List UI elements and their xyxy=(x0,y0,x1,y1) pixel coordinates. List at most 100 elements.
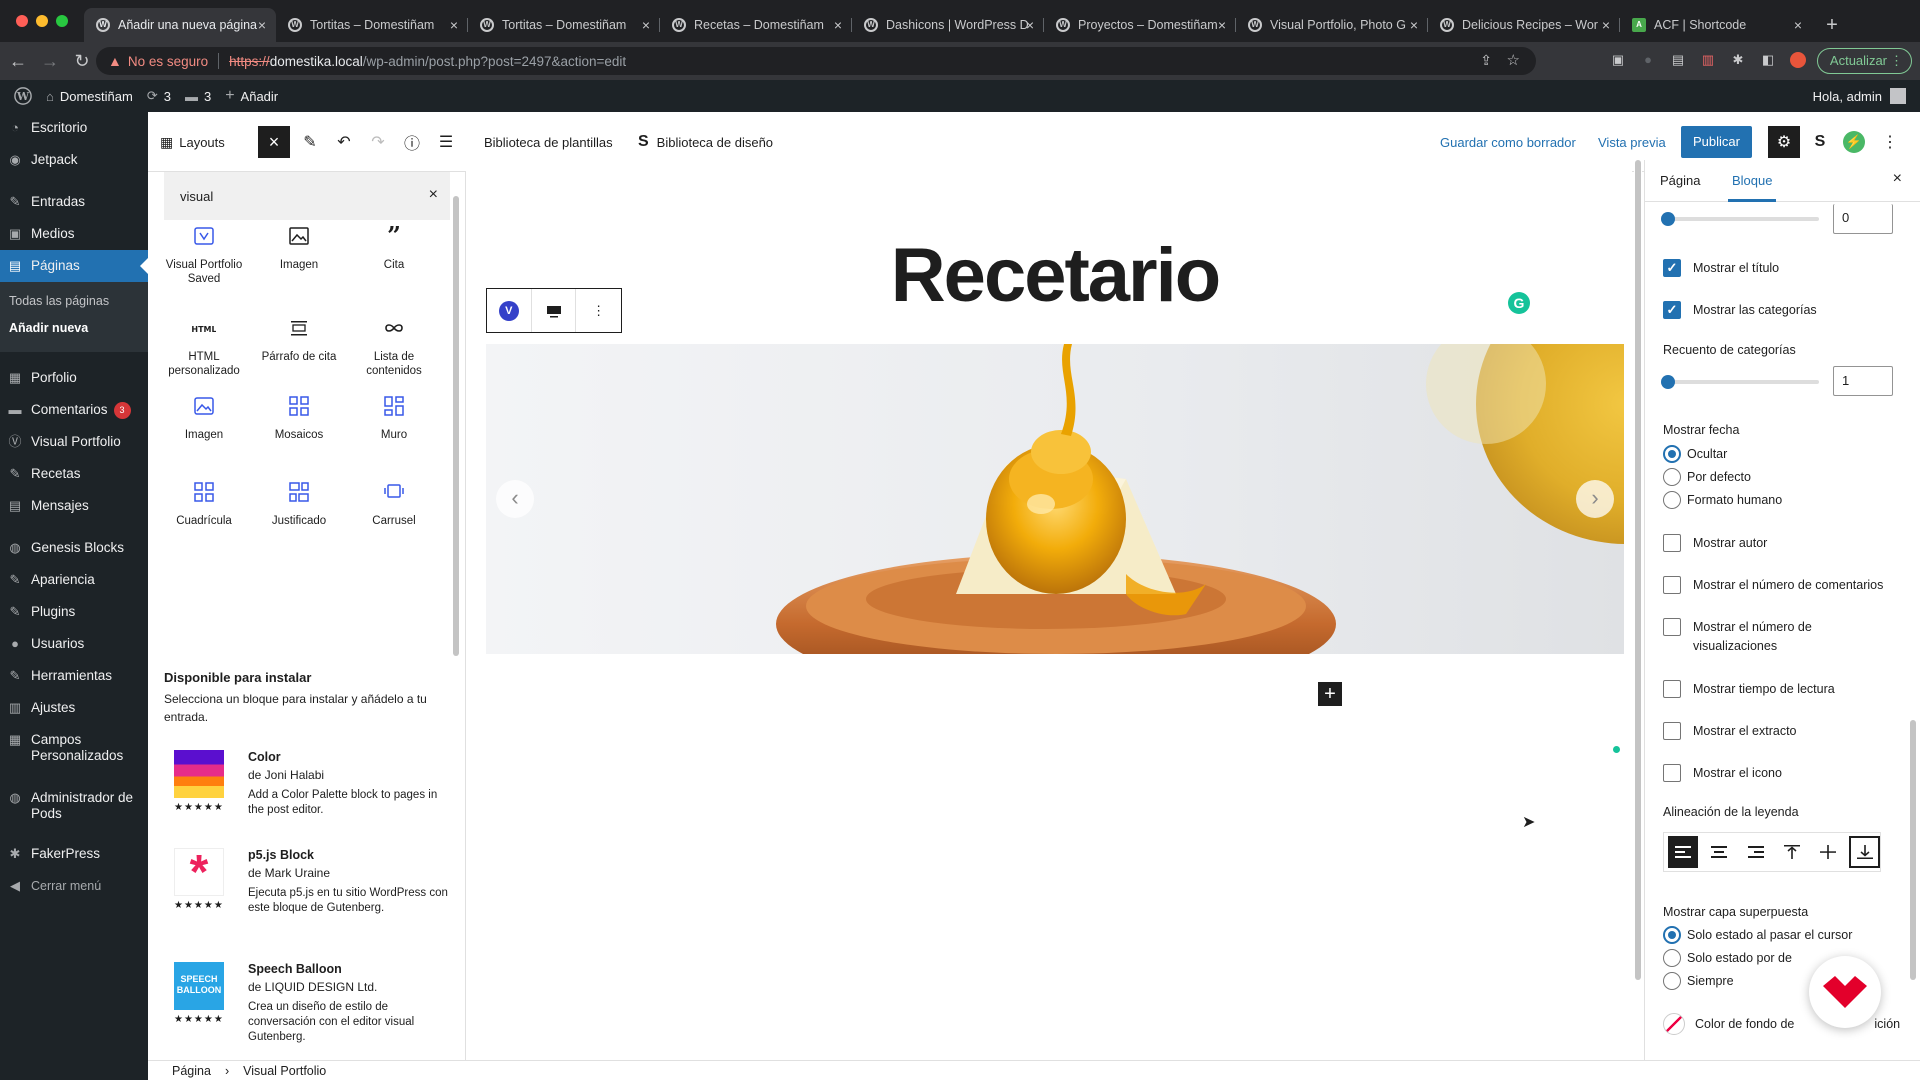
range-slider[interactable] xyxy=(1661,212,1819,226)
close-tab-icon[interactable]: × xyxy=(1410,17,1418,33)
sidebar-item-messages[interactable]: ▤ Mensajes xyxy=(0,490,148,522)
visual-portfolio-block-icon[interactable]: V xyxy=(487,289,532,332)
show-title-checkbox[interactable]: ✓ Mostrar el título xyxy=(1663,259,1779,277)
minimize-window-button[interactable] xyxy=(36,15,48,27)
inserter-scrollbar[interactable] xyxy=(453,196,459,656)
reload-icon[interactable]: ↻ xyxy=(66,45,98,77)
grammarly-icon[interactable]: G xyxy=(1508,292,1530,314)
close-tab-icon[interactable]: × xyxy=(1218,17,1226,33)
canvas-scrollbar[interactable] xyxy=(1634,160,1642,980)
sidebar-item-plugins[interactable]: ✎ Plugins xyxy=(0,596,148,628)
close-settings-icon[interactable]: × xyxy=(1893,170,1902,188)
submenu-item[interactable]: Todas las páginas xyxy=(0,288,148,315)
align-right-icon[interactable] xyxy=(1741,836,1771,868)
clear-search-icon[interactable]: × xyxy=(429,186,438,204)
browser-tab[interactable]: W Proyectos – Domestiñam × xyxy=(1044,8,1236,42)
plugin-result[interactable]: * ★★★★★ p5.js Block de Mark Uraine Ejecu… xyxy=(164,848,454,938)
carousel-next-button[interactable]: › xyxy=(1576,480,1614,518)
sidebar-item-visual-portfolio[interactable]: Ⓥ Visual Portfolio xyxy=(0,426,148,458)
show-excerpt-checkbox[interactable]: Mostrar el extracto xyxy=(1663,722,1797,740)
close-tab-icon[interactable]: × xyxy=(258,17,266,33)
block-item[interactable]: Justificado xyxy=(251,480,347,528)
list-view-icon[interactable]: ☰ xyxy=(430,126,462,158)
breadcrumb-item[interactable]: Página xyxy=(172,1064,211,1078)
sidebar-item-settings[interactable]: ▥ Ajustes xyxy=(0,692,148,724)
profile-avatar[interactable] xyxy=(1790,52,1806,68)
add-block-button[interactable]: + xyxy=(1318,682,1342,706)
overlay-option-hover[interactable]: Solo estado al pasar el cursor xyxy=(1663,926,1852,944)
block-item[interactable]: Lista de contenidos xyxy=(346,316,442,378)
block-item[interactable]: Cuadrícula xyxy=(156,480,252,528)
extension-icon[interactable]: ▥ xyxy=(1700,52,1716,68)
number-input[interactable]: 0 xyxy=(1833,204,1893,234)
browser-tab[interactable]: W Dashicons | WordPress D × xyxy=(852,8,1044,42)
add-new-link[interactable]: + Añadir xyxy=(225,87,278,105)
block-item[interactable]: Carrusel xyxy=(346,480,442,528)
sidebar-item-jetpack[interactable]: ◉ Jetpack xyxy=(0,144,148,176)
overlay-option-default[interactable]: Solo estado por de xyxy=(1663,949,1792,967)
sidebar-item-custom-fields[interactable]: ▦ Campos Personalizados xyxy=(0,724,148,772)
sidebar-item-pin[interactable]: ✎ Entradas xyxy=(0,186,148,218)
show-views-count-checkbox[interactable]: Mostrar el número de visualizaciones xyxy=(1663,618,1883,656)
sidebar-item-fakerpress[interactable]: ✱ FakerPress xyxy=(0,838,148,870)
sidebar-item-dashboard[interactable]: ◔ Escritorio xyxy=(0,112,148,144)
overlay-option-always[interactable]: Siempre xyxy=(1663,972,1734,990)
breadcrumb-item[interactable]: Visual Portfolio xyxy=(243,1064,326,1078)
account-menu[interactable]: Hola, admin xyxy=(1813,80,1906,112)
extension-icon[interactable]: ▤ xyxy=(1670,52,1686,68)
close-inserter-button[interactable]: × xyxy=(258,126,290,158)
edit-pencil-icon[interactable]: ✎ xyxy=(294,126,326,158)
show-reading-time-checkbox[interactable]: Mostrar tiempo de lectura xyxy=(1663,680,1835,698)
block-item[interactable]: Imagen xyxy=(156,394,252,442)
block-item[interactable]: HTML HTML personalizado xyxy=(156,316,252,378)
close-tab-icon[interactable]: × xyxy=(450,17,458,33)
vertical-align-middle-icon[interactable] xyxy=(1813,836,1843,868)
browser-tab[interactable]: A ACF | Shortcode × xyxy=(1620,8,1812,42)
show-icon-checkbox[interactable]: Mostrar el icono xyxy=(1663,764,1782,782)
extension-icon[interactable]: ● xyxy=(1640,52,1656,68)
details-info-icon[interactable]: ⓘ xyxy=(396,126,428,158)
domestika-logo-icon[interactable] xyxy=(1809,956,1881,1028)
show-author-checkbox[interactable]: Mostrar autor xyxy=(1663,534,1767,552)
sidebar-item-users[interactable]: ● Usuarios xyxy=(0,628,148,660)
vertical-align-bottom-icon[interactable] xyxy=(1849,836,1880,868)
block-alignment-icon[interactable] xyxy=(532,289,577,332)
sidebar-item-comments[interactable]: ▬ Comentarios 3 xyxy=(0,394,148,426)
tab-block[interactable]: Bloque xyxy=(1728,160,1777,202)
plugin-result[interactable]: ★★★★★ Color de Joni Halabi Add a Color P… xyxy=(164,750,454,840)
undo-icon[interactable]: ↶ xyxy=(328,126,360,158)
zoom-window-button[interactable] xyxy=(56,15,68,27)
block-item[interactable]: Muro xyxy=(346,394,442,442)
block-item[interactable]: Visual Portfolio Saved xyxy=(156,224,252,286)
sidebar-item-appearance[interactable]: ✎ Apariencia xyxy=(0,564,148,596)
publish-button[interactable]: Publicar xyxy=(1681,126,1752,158)
browser-tab[interactable]: W Tortitas – Domestiñam × xyxy=(276,8,468,42)
share-icon[interactable]: ⇪ xyxy=(1480,52,1492,69)
sidebar-item-tools[interactable]: ✎ Herramientas xyxy=(0,660,148,692)
plugin-result[interactable]: SPEECH BALLOON ★★★★★ Speech Balloon de L… xyxy=(164,962,454,1052)
block-item[interactable]: Imagen xyxy=(251,224,347,272)
close-tab-icon[interactable]: × xyxy=(1794,17,1802,33)
close-window-button[interactable] xyxy=(16,15,28,27)
browser-tab[interactable]: W Añadir una nueva página × xyxy=(84,8,276,42)
stackable-settings-icon[interactable]: S xyxy=(1804,126,1836,158)
close-tab-icon[interactable]: × xyxy=(1602,17,1610,33)
align-left-icon[interactable] xyxy=(1668,836,1699,868)
browser-tab[interactable]: W Tortitas – Domestiñam × xyxy=(468,8,660,42)
category-count-slider[interactable] xyxy=(1661,375,1819,389)
show-comments-count-checkbox[interactable]: Mostrar el número de comentarios xyxy=(1663,576,1883,594)
vertical-align-top-icon[interactable] xyxy=(1777,836,1807,868)
submenu-item[interactable]: Añadir nueva xyxy=(0,315,148,342)
block-item[interactable]: ” Cita xyxy=(346,224,442,272)
comments-link[interactable]: ▬ 3 xyxy=(185,89,211,104)
redo-icon[interactable]: ↷ xyxy=(362,126,394,158)
wordpress-logo-icon[interactable]: W xyxy=(14,87,32,105)
sidebar-item-media[interactable]: ▣ Medios xyxy=(0,218,148,250)
align-center-icon[interactable] xyxy=(1704,836,1734,868)
layouts-button[interactable]: ▦ Layouts xyxy=(160,112,225,172)
site-name-link[interactable]: ⌂ Domestiñam xyxy=(46,89,133,104)
sidebar-item-portfolio[interactable]: ▦ Porfolio xyxy=(0,362,148,394)
date-option-default[interactable]: Por defecto xyxy=(1663,468,1751,486)
update-browser-button[interactable]: Actualizar ⋮ xyxy=(1816,48,1912,74)
block-search-input[interactable]: visual × xyxy=(164,172,450,220)
